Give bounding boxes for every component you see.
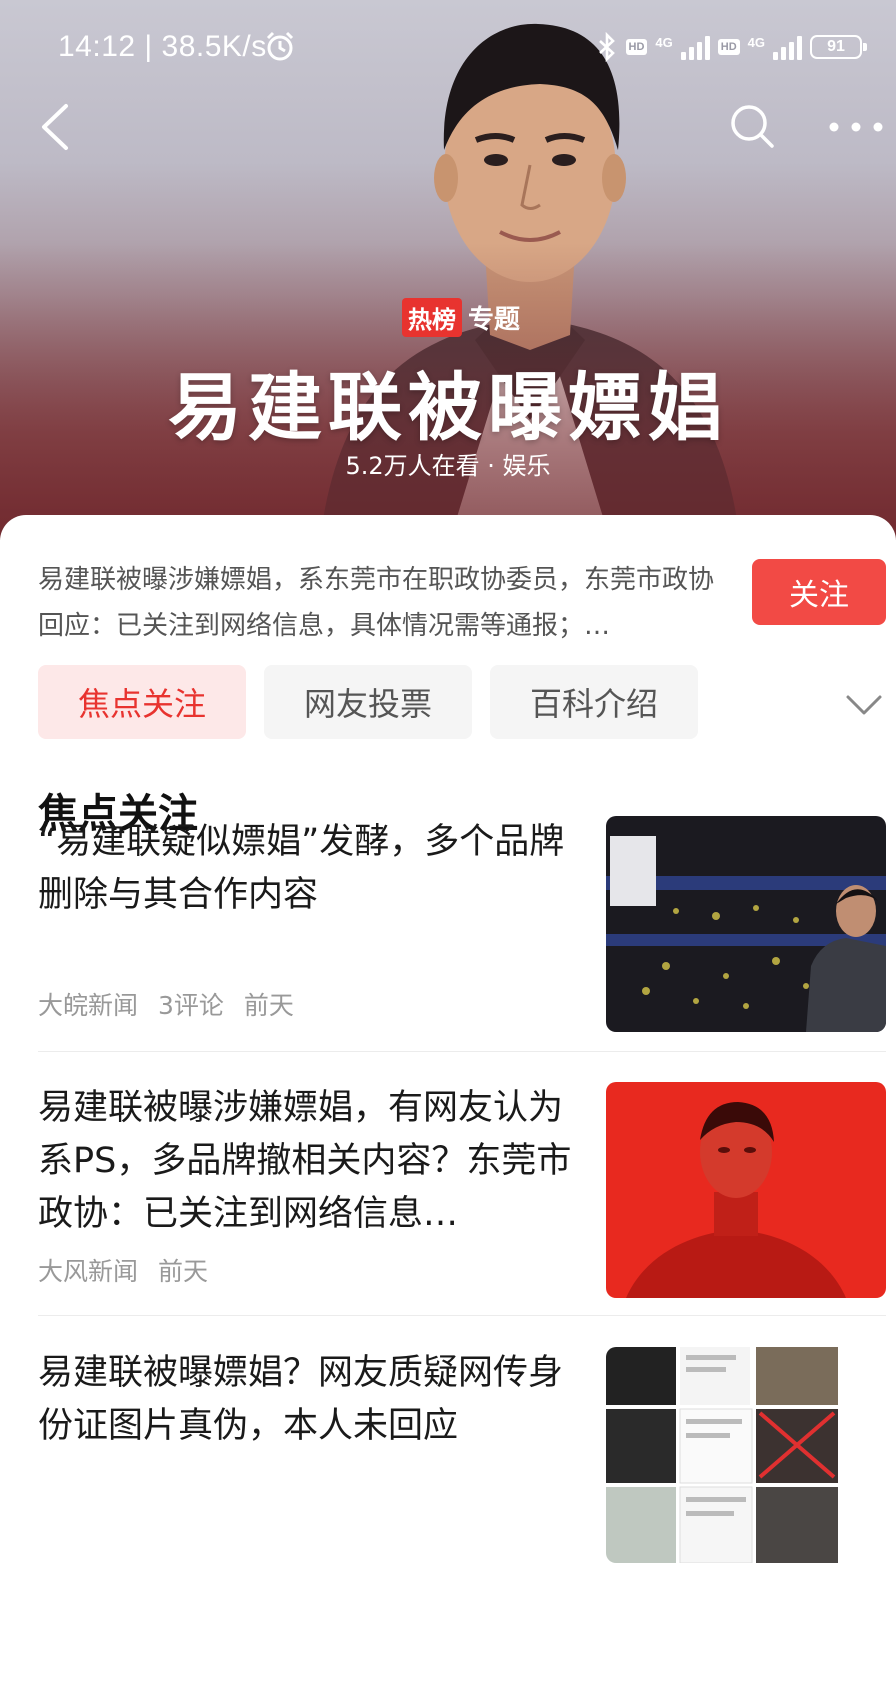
news-time: 前天 bbox=[158, 1257, 209, 1286]
status-icons: HD 4G HD 4G 91 bbox=[596, 32, 867, 62]
alarm-icon bbox=[266, 31, 294, 61]
news-item[interactable]: 易建联被曝嫖娼？网友质疑网传身份证图片真伪，本人未回应 bbox=[38, 1347, 886, 1563]
news-comments: 3评论 bbox=[158, 991, 224, 1020]
topic-label: 专题 bbox=[468, 305, 521, 335]
news-thumbnail-arena bbox=[606, 816, 886, 1032]
tab-wiki[interactable]: 百科介绍 bbox=[490, 665, 698, 739]
news-title: “易建联疑似嫖娼”发酵，多个品牌删除与其合作内容 bbox=[38, 822, 565, 915]
hot-topic-tag: 热榜 专题 bbox=[402, 298, 520, 337]
topic-meta: 5.2万人在看 · 娱乐 bbox=[345, 452, 551, 480]
topic-title: 易建联被曝嫖娼 bbox=[168, 365, 728, 451]
news-source: 大风新闻 bbox=[38, 1257, 139, 1286]
status-bar: 14:12 | 38.5K/s HD 4G HD 4G 91 bbox=[0, 26, 896, 70]
topic-content-card: 易建联被曝涉嫌嫖娼，系东莞市在职政协委员，东莞市政协回应：已关注到网络信息，具体… bbox=[0, 515, 896, 1700]
topic-tabs: 焦点关注 网友投票 百科介绍 bbox=[38, 665, 698, 739]
hot-badge: 热榜 bbox=[402, 298, 462, 337]
signal-icon bbox=[680, 34, 710, 60]
divider bbox=[38, 1315, 886, 1316]
bluetooth-icon bbox=[598, 32, 615, 62]
hd-badge: HD bbox=[625, 39, 648, 55]
battery-icon: 91 bbox=[810, 35, 867, 59]
topic-hero-banner: 14:12 | 38.5K/s HD 4G HD 4G 91 热榜 专题 易建联… bbox=[0, 0, 896, 540]
chevron-down-icon[interactable] bbox=[844, 689, 884, 719]
network-type: 4G bbox=[655, 34, 673, 50]
news-thumbnail-screenshots bbox=[606, 1347, 886, 1563]
news-title: 易建联被曝嫖娼？网友质疑网传身份证图片真伪，本人未回应 bbox=[38, 1353, 564, 1446]
news-title: 易建联被曝涉嫌嫖娼，有网友认为系PS，多品牌撤相关内容？东莞市政协：已关注到网络… bbox=[38, 1088, 572, 1234]
news-item[interactable]: “易建联疑似嫖娼”发酵，多个品牌删除与其合作内容 大皖新闻 3评论 前天 bbox=[38, 816, 886, 1032]
signal-icon bbox=[773, 34, 802, 60]
divider bbox=[38, 1051, 886, 1052]
news-source: 大皖新闻 bbox=[38, 991, 139, 1020]
news-item[interactable]: 易建联被曝涉嫌嫖娼，有网友认为系PS，多品牌撤相关内容？东莞市政协：已关注到网络… bbox=[38, 1082, 886, 1298]
news-meta: 大皖新闻 3评论 前天 bbox=[38, 986, 294, 1022]
news-thumbnail-portrait bbox=[606, 1082, 886, 1298]
news-meta: 大风新闻 前天 bbox=[38, 1252, 208, 1288]
follow-button[interactable]: 关注 bbox=[752, 559, 886, 625]
news-time: 前天 bbox=[243, 991, 294, 1020]
network-type: 4G bbox=[747, 34, 765, 50]
hd-badge: HD bbox=[717, 39, 740, 55]
tab-focus[interactable]: 焦点关注 bbox=[38, 665, 246, 739]
search-icon[interactable] bbox=[728, 102, 776, 150]
battery-level: 91 bbox=[827, 38, 845, 55]
tab-vote[interactable]: 网友投票 bbox=[264, 665, 472, 739]
status-time: 14:12 | 38.5K/s bbox=[58, 30, 267, 63]
back-button[interactable] bbox=[36, 102, 76, 152]
topic-summary[interactable]: 易建联被曝涉嫌嫖娼，系东莞市在职政协委员，东莞市政协回应：已关注到网络信息，具体… bbox=[38, 557, 718, 649]
more-dots-icon[interactable] bbox=[828, 112, 884, 142]
